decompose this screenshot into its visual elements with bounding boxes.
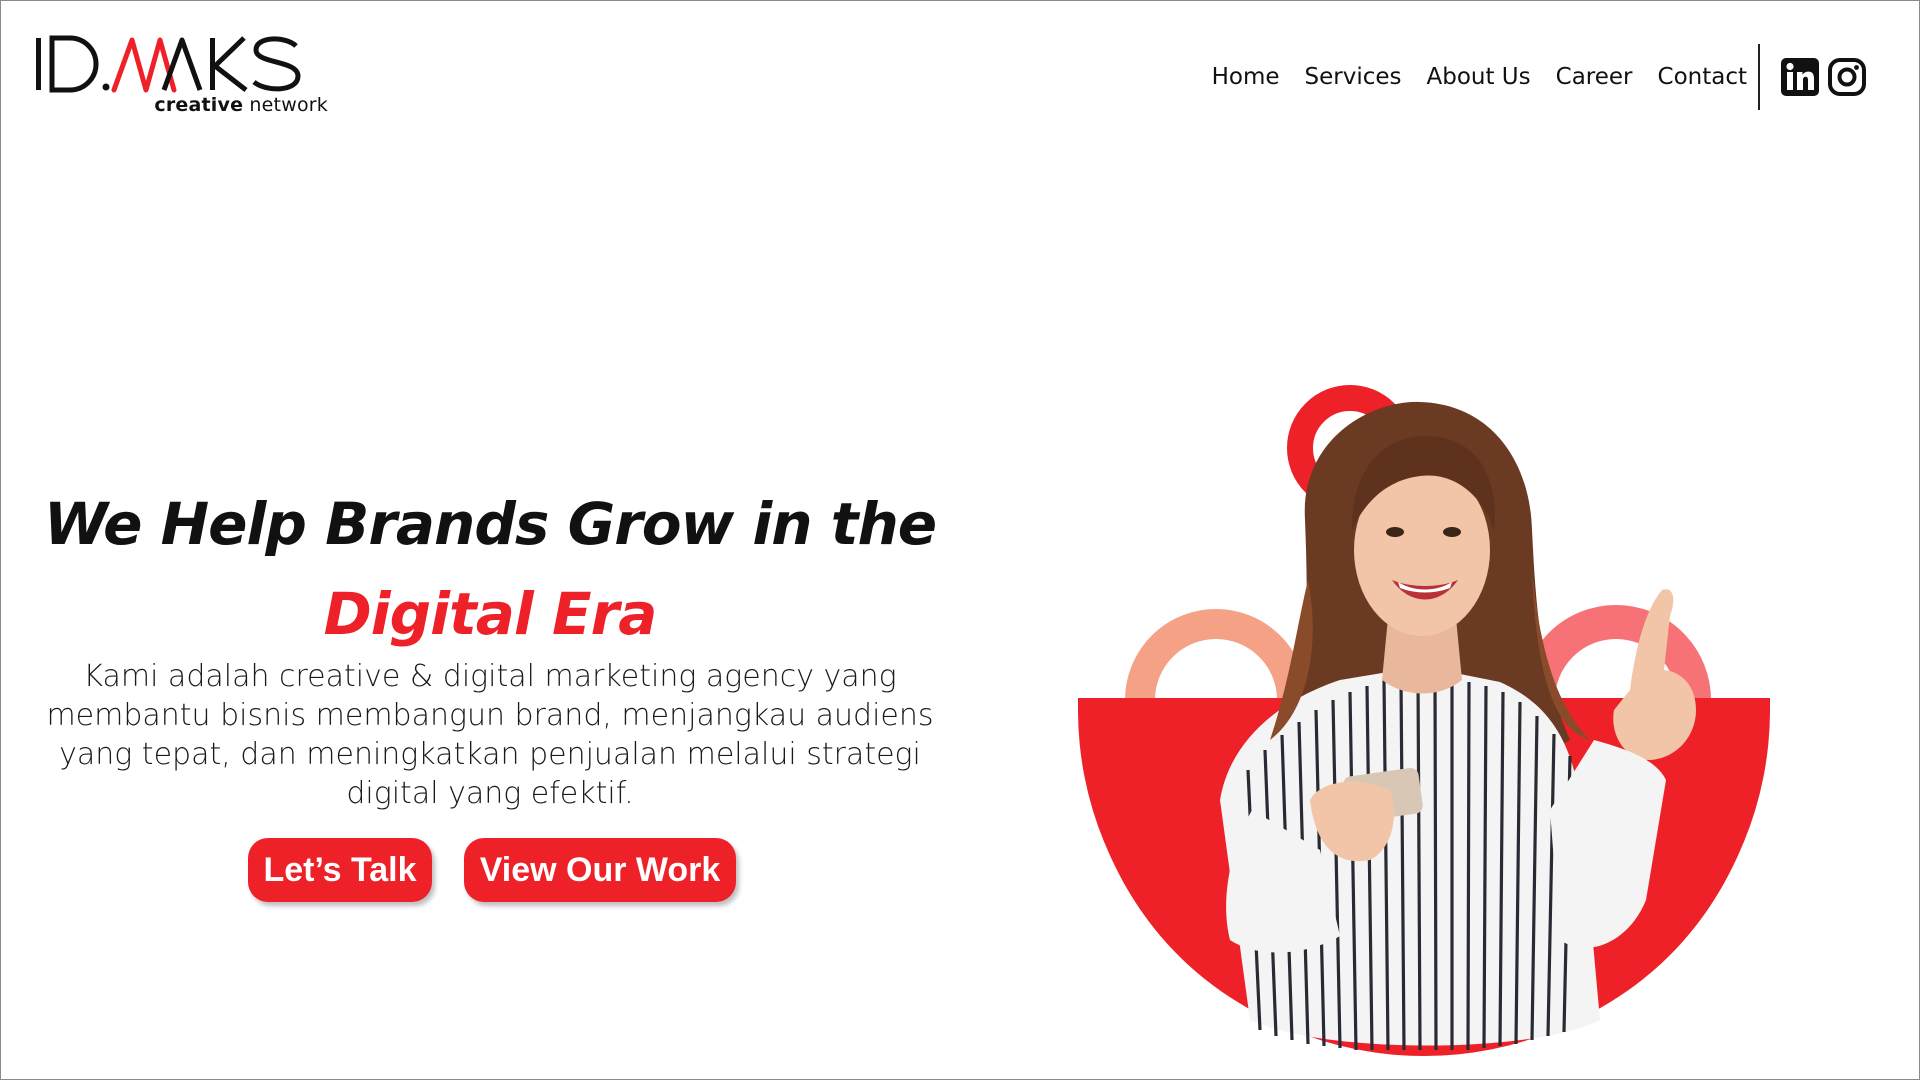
logo-tagline-bold: creative <box>154 94 244 116</box>
logo-wordmark-graphic <box>36 35 301 93</box>
nav-about-us[interactable]: About Us <box>1427 64 1531 90</box>
logo-wordmark <box>34 35 334 96</box>
hero-title-highlight: Digital Era <box>323 580 658 648</box>
view-our-work-button[interactable]: View Our Work <box>464 838 736 902</box>
logo-tagline-rest: network <box>243 94 328 116</box>
instagram-icon[interactable] <box>1828 58 1866 96</box>
peach-ring-decoration <box>1125 609 1307 701</box>
brand-logo[interactable]: creative network <box>34 35 334 118</box>
nav-career[interactable]: Career <box>1556 64 1633 90</box>
nav-divider <box>1758 44 1760 110</box>
nav-services[interactable]: Services <box>1305 64 1402 90</box>
nav-contact[interactable]: Contact <box>1658 64 1747 90</box>
logo-tagline: creative network <box>154 94 328 116</box>
linkedin-icon[interactable] <box>1781 58 1819 96</box>
hero-illustration <box>1070 380 1810 1060</box>
hero-illustration-graphic <box>1078 385 1770 1056</box>
hero-title: We Help Brands Grow in the <box>43 490 937 558</box>
main-nav: Home Services About Us Career Contact <box>1212 60 1747 94</box>
hero-description: Kami adalah creative & digital marketing… <box>46 659 934 811</box>
lets-talk-button[interactable]: Let’s Talk <box>248 838 432 902</box>
nav-home[interactable]: Home <box>1212 64 1280 90</box>
